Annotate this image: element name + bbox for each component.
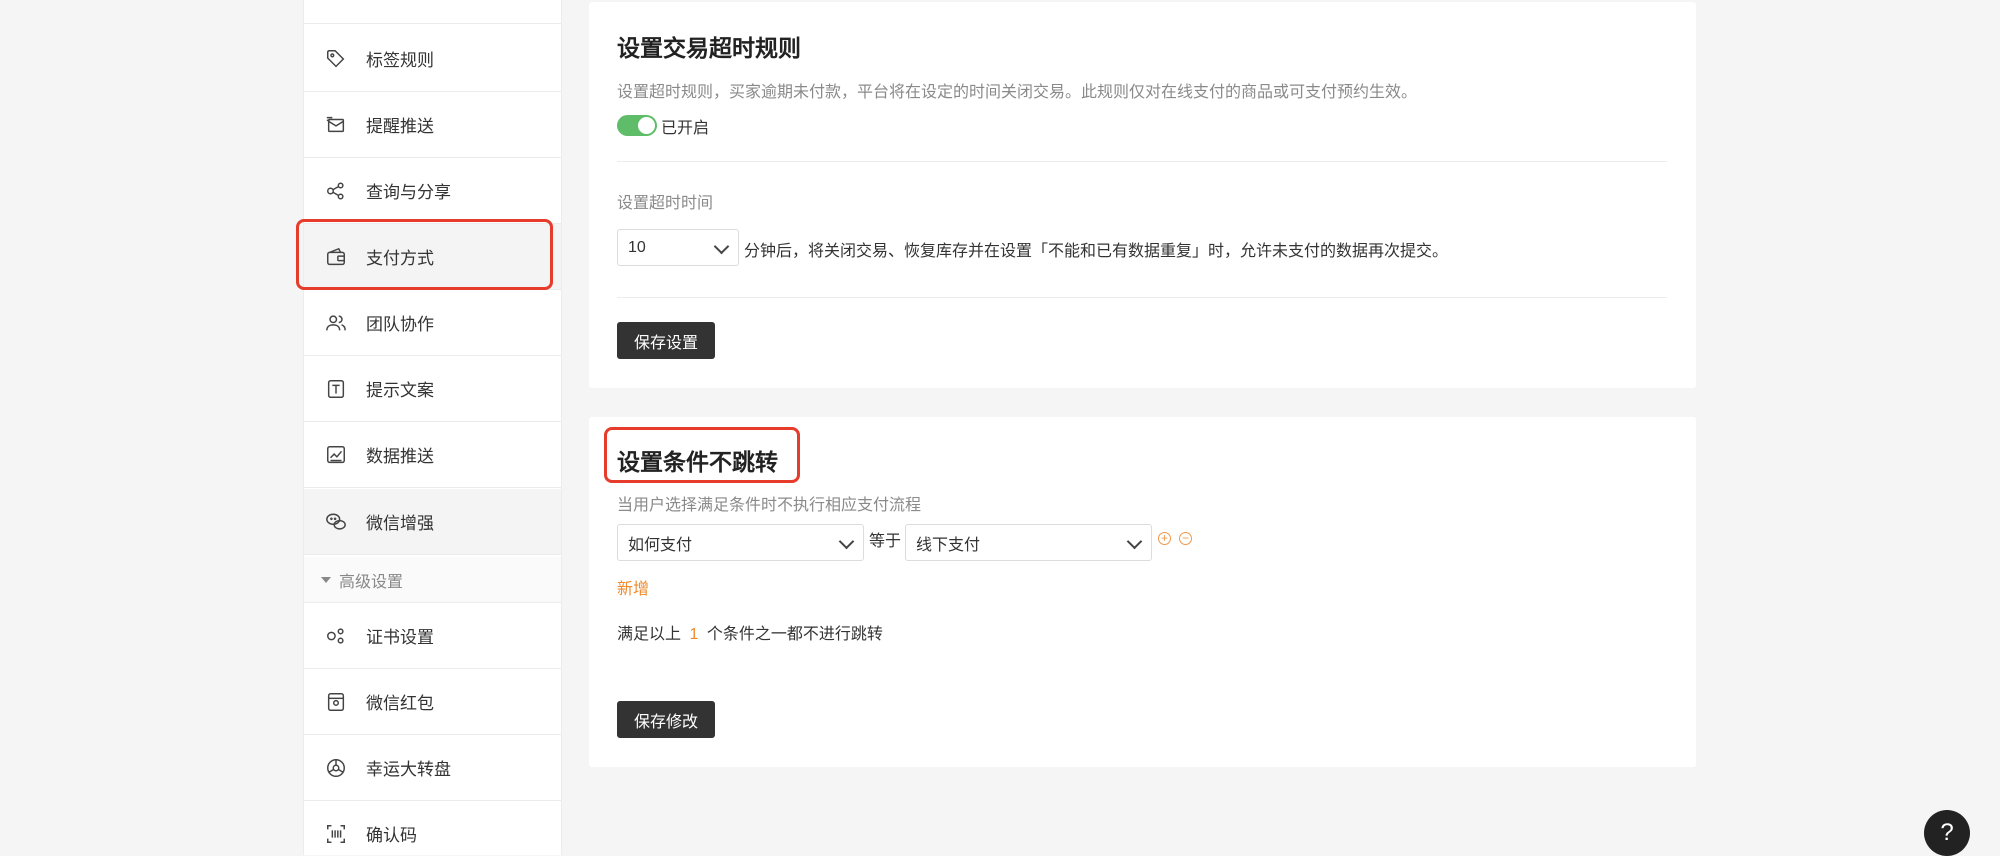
- timeout-toggle[interactable]: [617, 115, 657, 136]
- save-settings-button[interactable]: 保存设置: [617, 322, 716, 359]
- remove-condition-icon[interactable]: −: [1179, 532, 1192, 545]
- card-description: 当用户选择满足条件时不执行相应支付流程: [617, 497, 922, 514]
- summary-prefix: 满足以上: [617, 626, 682, 643]
- sidebar-item-label: 微信增强: [366, 514, 434, 533]
- chart-icon: [324, 443, 348, 467]
- chevron-down-icon: [1126, 533, 1143, 550]
- divider: [617, 297, 1667, 298]
- sidebar-item-label: 证书设置: [366, 628, 434, 647]
- summary-count: 1: [689, 626, 699, 643]
- condition-value-select[interactable]: 线下支付: [905, 524, 1152, 561]
- timeout-suffix-text: 分钟后，将关闭交易、恢复库存并在设置「不能和已有数据重复」时，允许未支付的数据再…: [744, 243, 1449, 260]
- chevron-down-icon: [838, 533, 855, 550]
- select-value: 10: [628, 238, 646, 256]
- sidebar-group-label: 高级设置: [339, 573, 404, 591]
- wallet-icon: [324, 245, 348, 269]
- mail-icon: [324, 113, 348, 137]
- red-packet-icon: [324, 690, 348, 714]
- sidebar-item-label: 幸运大转盘: [366, 760, 451, 779]
- sidebar-item-team-collab[interactable]: 团队协作: [304, 290, 561, 356]
- divider: [617, 161, 1667, 162]
- settings-sidebar: 标签规则 提醒推送 查询与分享 支付方式 团队协作 提示文案 数据推送 微信增强…: [303, 0, 562, 855]
- tag-icon: [324, 47, 348, 71]
- card-description: 设置超时规则，买家逾期未付款，平台将在设定的时间关闭交易。此规则仅对在线支付的商…: [617, 84, 1418, 101]
- sidebar-group-advanced[interactable]: 高级设置: [304, 557, 561, 603]
- sidebar-item-label: 微信红包: [366, 694, 434, 713]
- sidebar-item-data-push[interactable]: 数据推送: [304, 422, 561, 488]
- condition-field-select[interactable]: 如何支付: [617, 524, 864, 561]
- select-value: 如何支付: [628, 536, 693, 554]
- wechat-icon: [324, 510, 348, 534]
- share-icon: [324, 179, 348, 203]
- card-title: 设置条件不跳转: [617, 449, 778, 475]
- sidebar-item-partial[interactable]: [304, 0, 561, 24]
- condition-summary: 满足以上 1 个条件之一都不进行跳转: [617, 620, 883, 644]
- sidebar-item-certificate[interactable]: 证书设置: [304, 603, 561, 669]
- help-button[interactable]: ?: [1924, 810, 1970, 856]
- timeout-minutes-select[interactable]: 10: [617, 229, 739, 266]
- condition-operator: 等于: [869, 533, 902, 550]
- caret-down-icon: [321, 576, 331, 583]
- condition-settings-card: 设置条件不跳转 当用户选择满足条件时不执行相应支付流程 如何支付 等于 线下支付…: [589, 417, 1696, 767]
- sidebar-item-label: 团队协作: [366, 315, 434, 334]
- toggle-knob: [638, 117, 655, 134]
- add-condition-link[interactable]: 新增: [617, 575, 649, 599]
- timeout-settings-card: 设置交易超时规则 设置超时规则，买家逾期未付款，平台将在设定的时间关闭交易。此规…: [589, 2, 1696, 388]
- certificate-icon: [324, 624, 348, 648]
- sidebar-item-tag-rules[interactable]: 标签规则: [304, 26, 561, 92]
- card-title: 设置交易超时规则: [617, 35, 801, 61]
- sidebar-item-payment-method[interactable]: 支付方式: [304, 224, 561, 290]
- wheel-icon: [324, 756, 348, 780]
- sidebar-item-label: 确认码: [366, 826, 417, 845]
- text-icon: [324, 377, 348, 401]
- add-condition-icon[interactable]: +: [1158, 532, 1171, 545]
- summary-suffix: 个条件之一都不进行跳转: [706, 626, 883, 643]
- sidebar-item-label: 数据推送: [366, 447, 434, 466]
- scan-code-icon: [324, 822, 348, 846]
- sidebar-item-prompt-text[interactable]: 提示文案: [304, 356, 561, 422]
- sidebar-item-label: 支付方式: [366, 249, 434, 268]
- select-value: 线下支付: [916, 536, 981, 554]
- sidebar-item-confirm-code[interactable]: 确认码: [304, 801, 561, 855]
- sidebar-item-label: 提醒推送: [366, 117, 434, 136]
- save-changes-button[interactable]: 保存修改: [617, 701, 716, 738]
- sidebar-item-query-share[interactable]: 查询与分享: [304, 158, 561, 224]
- sidebar-item-red-packet[interactable]: 微信红包: [304, 669, 561, 735]
- sidebar-item-label: 标签规则: [366, 51, 434, 70]
- sidebar-item-label: 提示文案: [366, 381, 434, 400]
- sidebar-item-wechat-enhance[interactable]: 微信增强: [304, 489, 561, 555]
- sidebar-item-label: 查询与分享: [366, 183, 451, 202]
- sidebar-item-reminder-push[interactable]: 提醒推送: [304, 92, 561, 158]
- chevron-down-icon: [713, 238, 730, 255]
- toggle-label: 已开启: [661, 120, 710, 137]
- timeout-time-label: 设置超时时间: [617, 195, 714, 212]
- sidebar-item-lucky-wheel[interactable]: 幸运大转盘: [304, 735, 561, 801]
- team-icon: [324, 311, 348, 335]
